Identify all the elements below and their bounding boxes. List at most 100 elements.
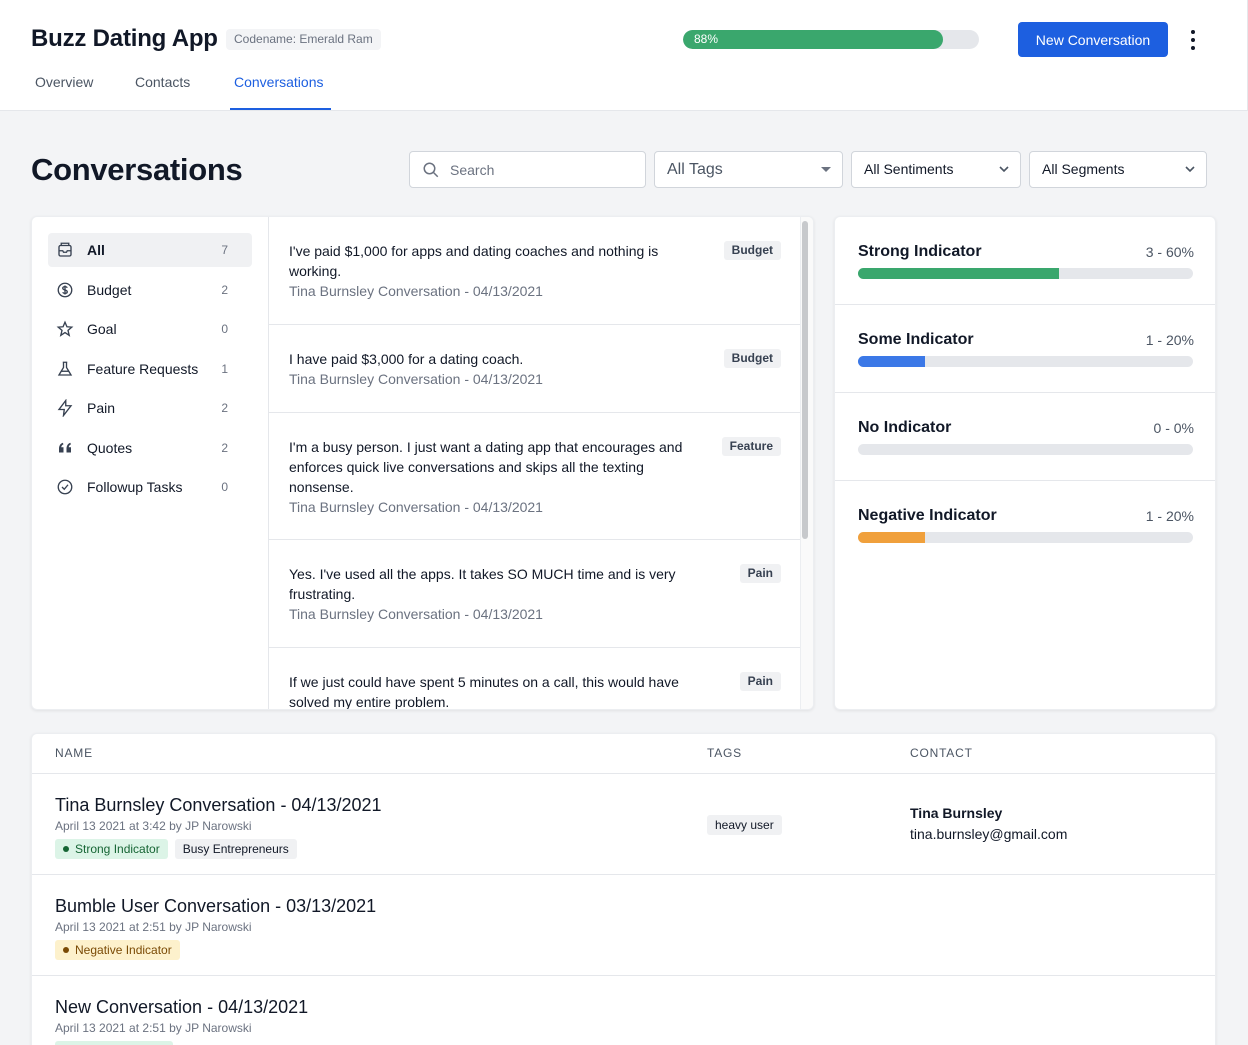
sentiment-chip <box>55 1041 173 1045</box>
tag-item-quotes[interactable]: Quotes 2 <box>48 431 252 465</box>
indicator-value: 0 - 0% <box>1153 420 1194 436</box>
progress-label: 88% <box>694 32 719 46</box>
chevron-down-icon <box>999 166 1009 173</box>
segment-chip: Busy Entrepreneurs <box>174 839 297 859</box>
scrollbar-thumb[interactable] <box>802 221 808 539</box>
indicator-value: 3 - 60% <box>1145 244 1194 260</box>
search-input[interactable] <box>450 152 640 187</box>
search-icon <box>423 162 439 178</box>
tag-item-count: 2 <box>221 441 228 455</box>
tab-overview[interactable]: Overview <box>35 74 93 90</box>
more-options-icon[interactable] <box>1183 26 1203 54</box>
sentiment-chip: Strong Indicator <box>55 839 168 859</box>
tag-item-budget[interactable]: Budget 2 <box>48 273 252 307</box>
conversation-title[interactable]: Tina Burnsley Conversation - 04/13/2021 <box>55 795 382 816</box>
contact-name[interactable]: Tina Burnsley <box>910 805 1002 821</box>
indicator-value: 1 - 20% <box>1145 508 1194 524</box>
codename-badge: Codename: Emerald Ram <box>226 29 381 50</box>
progress-fill <box>683 30 944 49</box>
conversation-chips: Strong Indicator Busy Entrepreneurs <box>55 839 297 859</box>
indicators-panel: Strong Indicator 3 - 60% Some Indicator … <box>834 216 1216 710</box>
highlight-item[interactable]: Yes. I've used all the apps. It takes SO… <box>269 540 801 648</box>
highlight-text: I've paid $1,000 for apps and dating coa… <box>289 241 701 301</box>
highlight-text: I'm a busy person. I just want a dating … <box>289 437 701 517</box>
indicator-none[interactable]: No Indicator 0 - 0% <box>835 393 1215 481</box>
tag-item-followup-tasks[interactable]: Followup Tasks 0 <box>48 470 252 504</box>
status-dot-icon <box>63 846 69 852</box>
highlights-panel: All 7 Budget 2 Goal 0 Feature Requests 1… <box>31 216 814 710</box>
tag-item-label: Budget <box>87 282 132 298</box>
tag-item-count: 7 <box>221 243 228 257</box>
tag-pill: heavy user <box>707 815 782 835</box>
indicator-some[interactable]: Some Indicator 1 - 20% <box>835 305 1215 393</box>
tag-item-count: 2 <box>221 283 228 297</box>
beaker-icon <box>57 361 73 376</box>
column-header-contact: CONTACT <box>910 746 973 760</box>
highlight-tag-badge: Pain <box>739 672 781 691</box>
tag-item-label: Goal <box>87 321 117 337</box>
segments-filter-select[interactable]: All Segments <box>1029 151 1207 188</box>
sentiments-filter-select[interactable]: All Sentiments <box>851 151 1021 188</box>
progress-bar: 88% <box>683 30 979 49</box>
highlight-list: I've paid $1,000 for apps and dating coa… <box>269 217 801 709</box>
indicator-name: Strong Indicator <box>858 243 982 260</box>
conversation-title[interactable]: Bumble User Conversation - 03/13/2021 <box>55 896 376 917</box>
indicator-negative[interactable]: Negative Indicator 1 - 20% <box>835 481 1215 569</box>
dollar-circle-icon <box>57 282 73 298</box>
tab-contacts[interactable]: Contacts <box>135 74 190 90</box>
page-title: Conversations <box>31 152 243 187</box>
highlight-item[interactable]: I've paid $1,000 for apps and dating coa… <box>269 217 801 325</box>
conversation-title[interactable]: New Conversation - 04/13/2021 <box>55 997 308 1018</box>
caret-down-icon <box>821 167 831 172</box>
highlight-tag-badge: Budget <box>723 349 781 368</box>
indicator-value: 1 - 20% <box>1145 332 1194 348</box>
tag-item-count: 0 <box>221 322 228 336</box>
tag-list: All 7 Budget 2 Goal 0 Feature Requests 1… <box>32 217 269 709</box>
tag-item-label: Feature Requests <box>87 361 199 377</box>
status-dot-icon <box>63 947 69 953</box>
tag-item-label: Followup Tasks <box>87 479 183 495</box>
conversation-meta: April 13 2021 at 2:51 by JP Narowski <box>55 920 252 934</box>
app-title: Buzz Dating App <box>31 25 218 52</box>
indicator-name: No Indicator <box>858 419 952 436</box>
tag-item-label: All <box>87 242 105 258</box>
active-tab-indicator <box>230 108 331 110</box>
highlight-item[interactable]: I have paid $3,000 for a dating coach. Ti… <box>269 325 801 413</box>
conversations-table: NAME TAGS CONTACT Tina Burnsley Conversa… <box>31 733 1216 1045</box>
indicator-name: Negative Indicator <box>858 507 997 524</box>
highlight-source: Tina Burnsley Conversation - 04/13/2021 <box>289 371 543 387</box>
conversation-chips: Negative Indicator <box>55 940 180 960</box>
conversation-meta: April 13 2021 at 3:42 by JP Narowski <box>55 819 252 833</box>
new-conversation-button[interactable]: New Conversation <box>1018 22 1168 57</box>
tag-item-goal[interactable]: Goal 0 <box>48 312 252 346</box>
check-circle-icon <box>57 479 73 495</box>
conversation-chips <box>55 1041 173 1045</box>
highlight-item[interactable]: If we just could have spent 5 minutes on… <box>269 648 801 709</box>
indicator-bar <box>858 356 1193 367</box>
highlight-tag-badge: Pain <box>739 564 781 583</box>
tag-item-count: 1 <box>221 362 228 376</box>
sentiment-chip: Negative Indicator <box>55 940 180 960</box>
table-row[interactable]: New Conversation - 04/13/2021 April 13 2… <box>32 976 1215 1045</box>
highlight-source: Tina Burnsley Conversation - 04/13/2021 <box>289 606 543 622</box>
highlight-text: I have paid $3,000 for a dating coach. Ti… <box>289 349 701 389</box>
indicator-name: Some Indicator <box>858 331 974 348</box>
indicator-bar <box>858 444 1193 455</box>
table-row[interactable]: Bumble User Conversation - 03/13/2021 Ap… <box>32 875 1215 976</box>
highlight-item[interactable]: I'm a busy person. I just want a dating … <box>269 413 801 540</box>
highlight-text: Yes. I've used all the apps. It takes SO… <box>289 564 701 624</box>
tags-filter-select[interactable]: All Tags <box>654 151 843 188</box>
tag-item-all[interactable]: All 7 <box>48 233 252 267</box>
app-header: Buzz Dating App Codename: Emerald Ram 88… <box>0 0 1248 111</box>
highlight-tag-badge: Budget <box>723 241 781 260</box>
bolt-icon <box>57 399 73 417</box>
indicator-bar <box>858 532 1193 543</box>
tag-item-pain[interactable]: Pain 2 <box>48 391 252 425</box>
table-row[interactable]: Tina Burnsley Conversation - 04/13/2021 … <box>32 774 1215 875</box>
indicator-bar-fill <box>858 356 925 367</box>
tag-item-feature-requests[interactable]: Feature Requests 1 <box>48 352 252 386</box>
search-box[interactable] <box>409 151 646 188</box>
tag-item-label: Pain <box>87 400 116 416</box>
tab-conversations[interactable]: Conversations <box>234 74 324 90</box>
indicator-strong[interactable]: Strong Indicator 3 - 60% <box>835 217 1215 305</box>
